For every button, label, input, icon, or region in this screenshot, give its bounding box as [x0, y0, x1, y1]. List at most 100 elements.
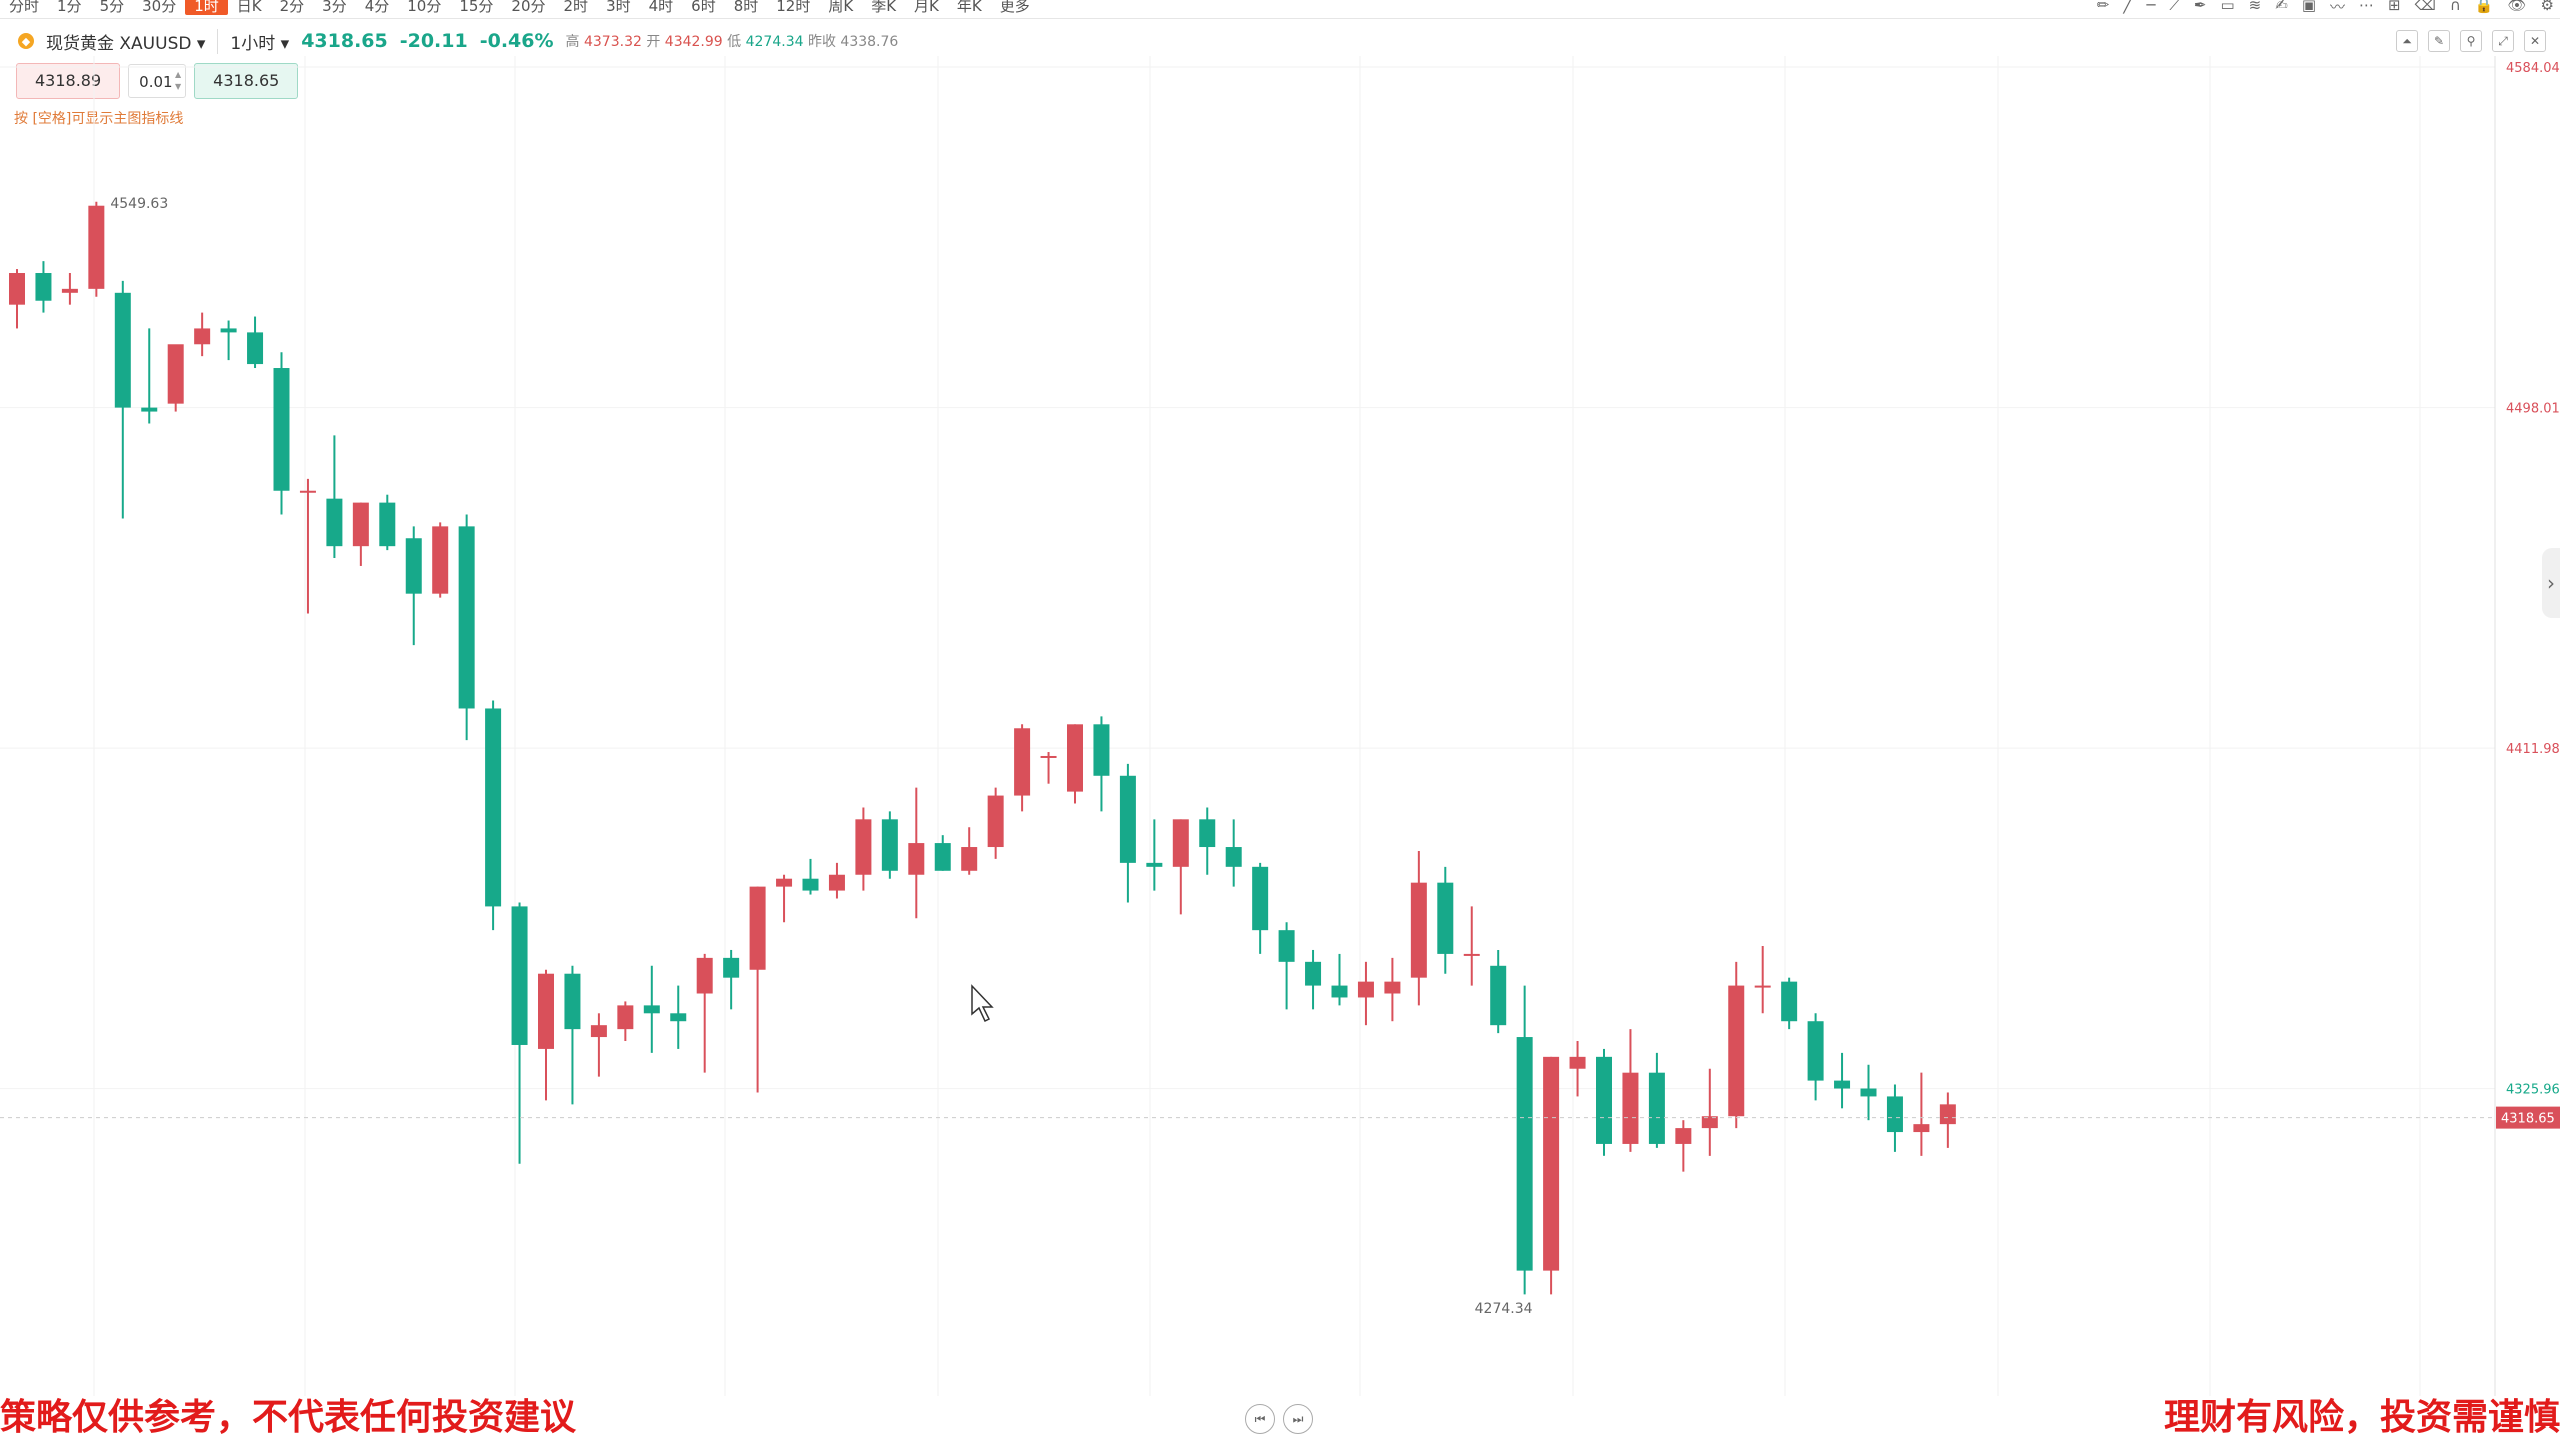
brush-icon[interactable]: ✒: [2194, 0, 2207, 14]
candle-body[interactable]: [1357, 981, 1374, 998]
candle-body[interactable]: [1675, 1128, 1692, 1144]
timeframe-2[interactable]: 5分: [91, 0, 134, 15]
candle-body[interactable]: [141, 407, 158, 412]
candle-body[interactable]: [590, 1025, 607, 1038]
timeframe-19[interactable]: 季K: [862, 0, 905, 15]
candle-body[interactable]: [855, 819, 872, 875]
candle-body[interactable]: [167, 344, 184, 404]
timeframe-14[interactable]: 4时: [640, 0, 683, 15]
ruler-icon[interactable]: ▭: [2220, 0, 2234, 14]
layout-icon[interactable]: ⊞: [2388, 0, 2401, 14]
candle-body[interactable]: [379, 502, 396, 547]
timeframe-15[interactable]: 6时: [682, 0, 725, 15]
candle-body[interactable]: [961, 847, 978, 871]
candle-body[interactable]: [1913, 1124, 1930, 1133]
timeframe-5[interactable]: 日K: [228, 0, 271, 15]
scroll-end-icon[interactable]: ⏭: [1283, 1404, 1313, 1434]
pencil-icon[interactable]: ✏: [2097, 0, 2110, 14]
candle-body[interactable]: [1463, 953, 1480, 956]
timeframe-18[interactable]: 周K: [819, 0, 862, 15]
ray-icon[interactable]: ╱: [2123, 0, 2132, 14]
candle-body[interactable]: [405, 538, 422, 594]
candle-body[interactable]: [1860, 1088, 1877, 1097]
candle-body[interactable]: [1569, 1056, 1586, 1069]
timeframe-11[interactable]: 20分: [502, 0, 554, 15]
candle-body[interactable]: [802, 878, 819, 891]
timeframe-8[interactable]: 4分: [356, 0, 399, 15]
fullscreen-icon[interactable]: ⤢: [2492, 30, 2514, 52]
candle-body[interactable]: [696, 957, 713, 994]
candle-body[interactable]: [1834, 1080, 1851, 1089]
candle-body[interactable]: [1437, 882, 1454, 954]
candle-body[interactable]: [1622, 1072, 1639, 1144]
candle-body[interactable]: [749, 886, 766, 970]
chart-type-icon[interactable]: ⏶: [2396, 30, 2418, 52]
scroll-start-icon[interactable]: ⏮: [1245, 1404, 1275, 1434]
candle-body[interactable]: [1728, 985, 1745, 1117]
candle-body[interactable]: [1781, 981, 1798, 1022]
wave-icon[interactable]: 〰: [2330, 0, 2345, 16]
candle-body[interactable]: [458, 526, 475, 709]
timeframe-10[interactable]: 15分: [450, 0, 502, 15]
candle-body[interactable]: [1119, 775, 1136, 863]
candle-body[interactable]: [1886, 1096, 1903, 1133]
candle-body[interactable]: [326, 498, 343, 547]
candle-body[interactable]: [1543, 1056, 1560, 1271]
timeframe-3[interactable]: 30分: [133, 0, 185, 15]
candle-body[interactable]: [114, 292, 131, 408]
candle-body[interactable]: [1754, 985, 1771, 988]
candle-body[interactable]: [485, 708, 502, 907]
timeframe-0[interactable]: 分时: [0, 0, 48, 15]
candle-body[interactable]: [88, 205, 105, 289]
pen-icon[interactable]: ✍: [2275, 0, 2288, 14]
candle-body[interactable]: [723, 957, 740, 978]
timeframe-1[interactable]: 1分: [48, 0, 91, 15]
timeframe-16[interactable]: 8时: [725, 0, 768, 15]
candle-body[interactable]: [1225, 847, 1242, 867]
hline-icon[interactable]: ─: [2146, 0, 2155, 14]
candle-body[interactable]: [1014, 728, 1031, 796]
timeframe-17[interactable]: 12时: [767, 0, 819, 15]
eye-icon[interactable]: 👁: [2508, 0, 2527, 14]
candle-body[interactable]: [1490, 965, 1507, 1026]
candle-body[interactable]: [1199, 819, 1216, 848]
indicator-icon[interactable]: ⚲: [2460, 30, 2482, 52]
timeframe-13[interactable]: 3时: [597, 0, 640, 15]
candle-body[interactable]: [35, 273, 52, 301]
candle-body[interactable]: [1648, 1072, 1665, 1144]
candle-body[interactable]: [1172, 819, 1189, 867]
image-icon[interactable]: ▣: [2302, 0, 2316, 14]
candle-body[interactable]: [908, 843, 925, 875]
candle-body[interactable]: [538, 973, 554, 1049]
candle-body[interactable]: [511, 906, 528, 1045]
timeframe-6[interactable]: 2分: [271, 0, 314, 15]
timeframe-22[interactable]: 更多: [991, 0, 1039, 15]
draw-icon[interactable]: ✎: [2428, 30, 2450, 52]
candle-body[interactable]: [1939, 1104, 1956, 1125]
candle-body[interactable]: [643, 1005, 660, 1014]
candle-body[interactable]: [828, 874, 845, 891]
magnet-icon[interactable]: ∩: [2450, 0, 2461, 14]
candle-body[interactable]: [352, 502, 369, 547]
candle-body[interactable]: [61, 288, 78, 293]
side-panel-toggle[interactable]: ›: [2542, 548, 2560, 618]
candle-body[interactable]: [1146, 862, 1163, 867]
timeframe-20[interactable]: 月K: [905, 0, 948, 15]
candle-body[interactable]: [776, 878, 793, 887]
settings-icon[interactable]: ⚙: [2541, 0, 2554, 14]
candle-body[interactable]: [670, 1013, 687, 1022]
timeframe-12[interactable]: 2时: [555, 0, 598, 15]
symbol-selector[interactable]: 现货黄金 XAUUSD ▾: [46, 29, 205, 54]
candle-body[interactable]: [987, 795, 1004, 848]
candle-body[interactable]: [934, 843, 951, 871]
candle-body[interactable]: [1410, 882, 1427, 978]
candle-body[interactable]: [617, 1005, 634, 1030]
candle-body[interactable]: [247, 332, 264, 365]
candle-body[interactable]: [1331, 985, 1348, 998]
timeframe-4[interactable]: 1时: [185, 0, 228, 15]
candle-body[interactable]: [1067, 724, 1083, 792]
candle-body[interactable]: [1516, 1037, 1533, 1271]
candle-body[interactable]: [9, 273, 25, 305]
lock-icon[interactable]: 🔒: [2475, 0, 2494, 14]
candle-body[interactable]: [1040, 755, 1057, 758]
